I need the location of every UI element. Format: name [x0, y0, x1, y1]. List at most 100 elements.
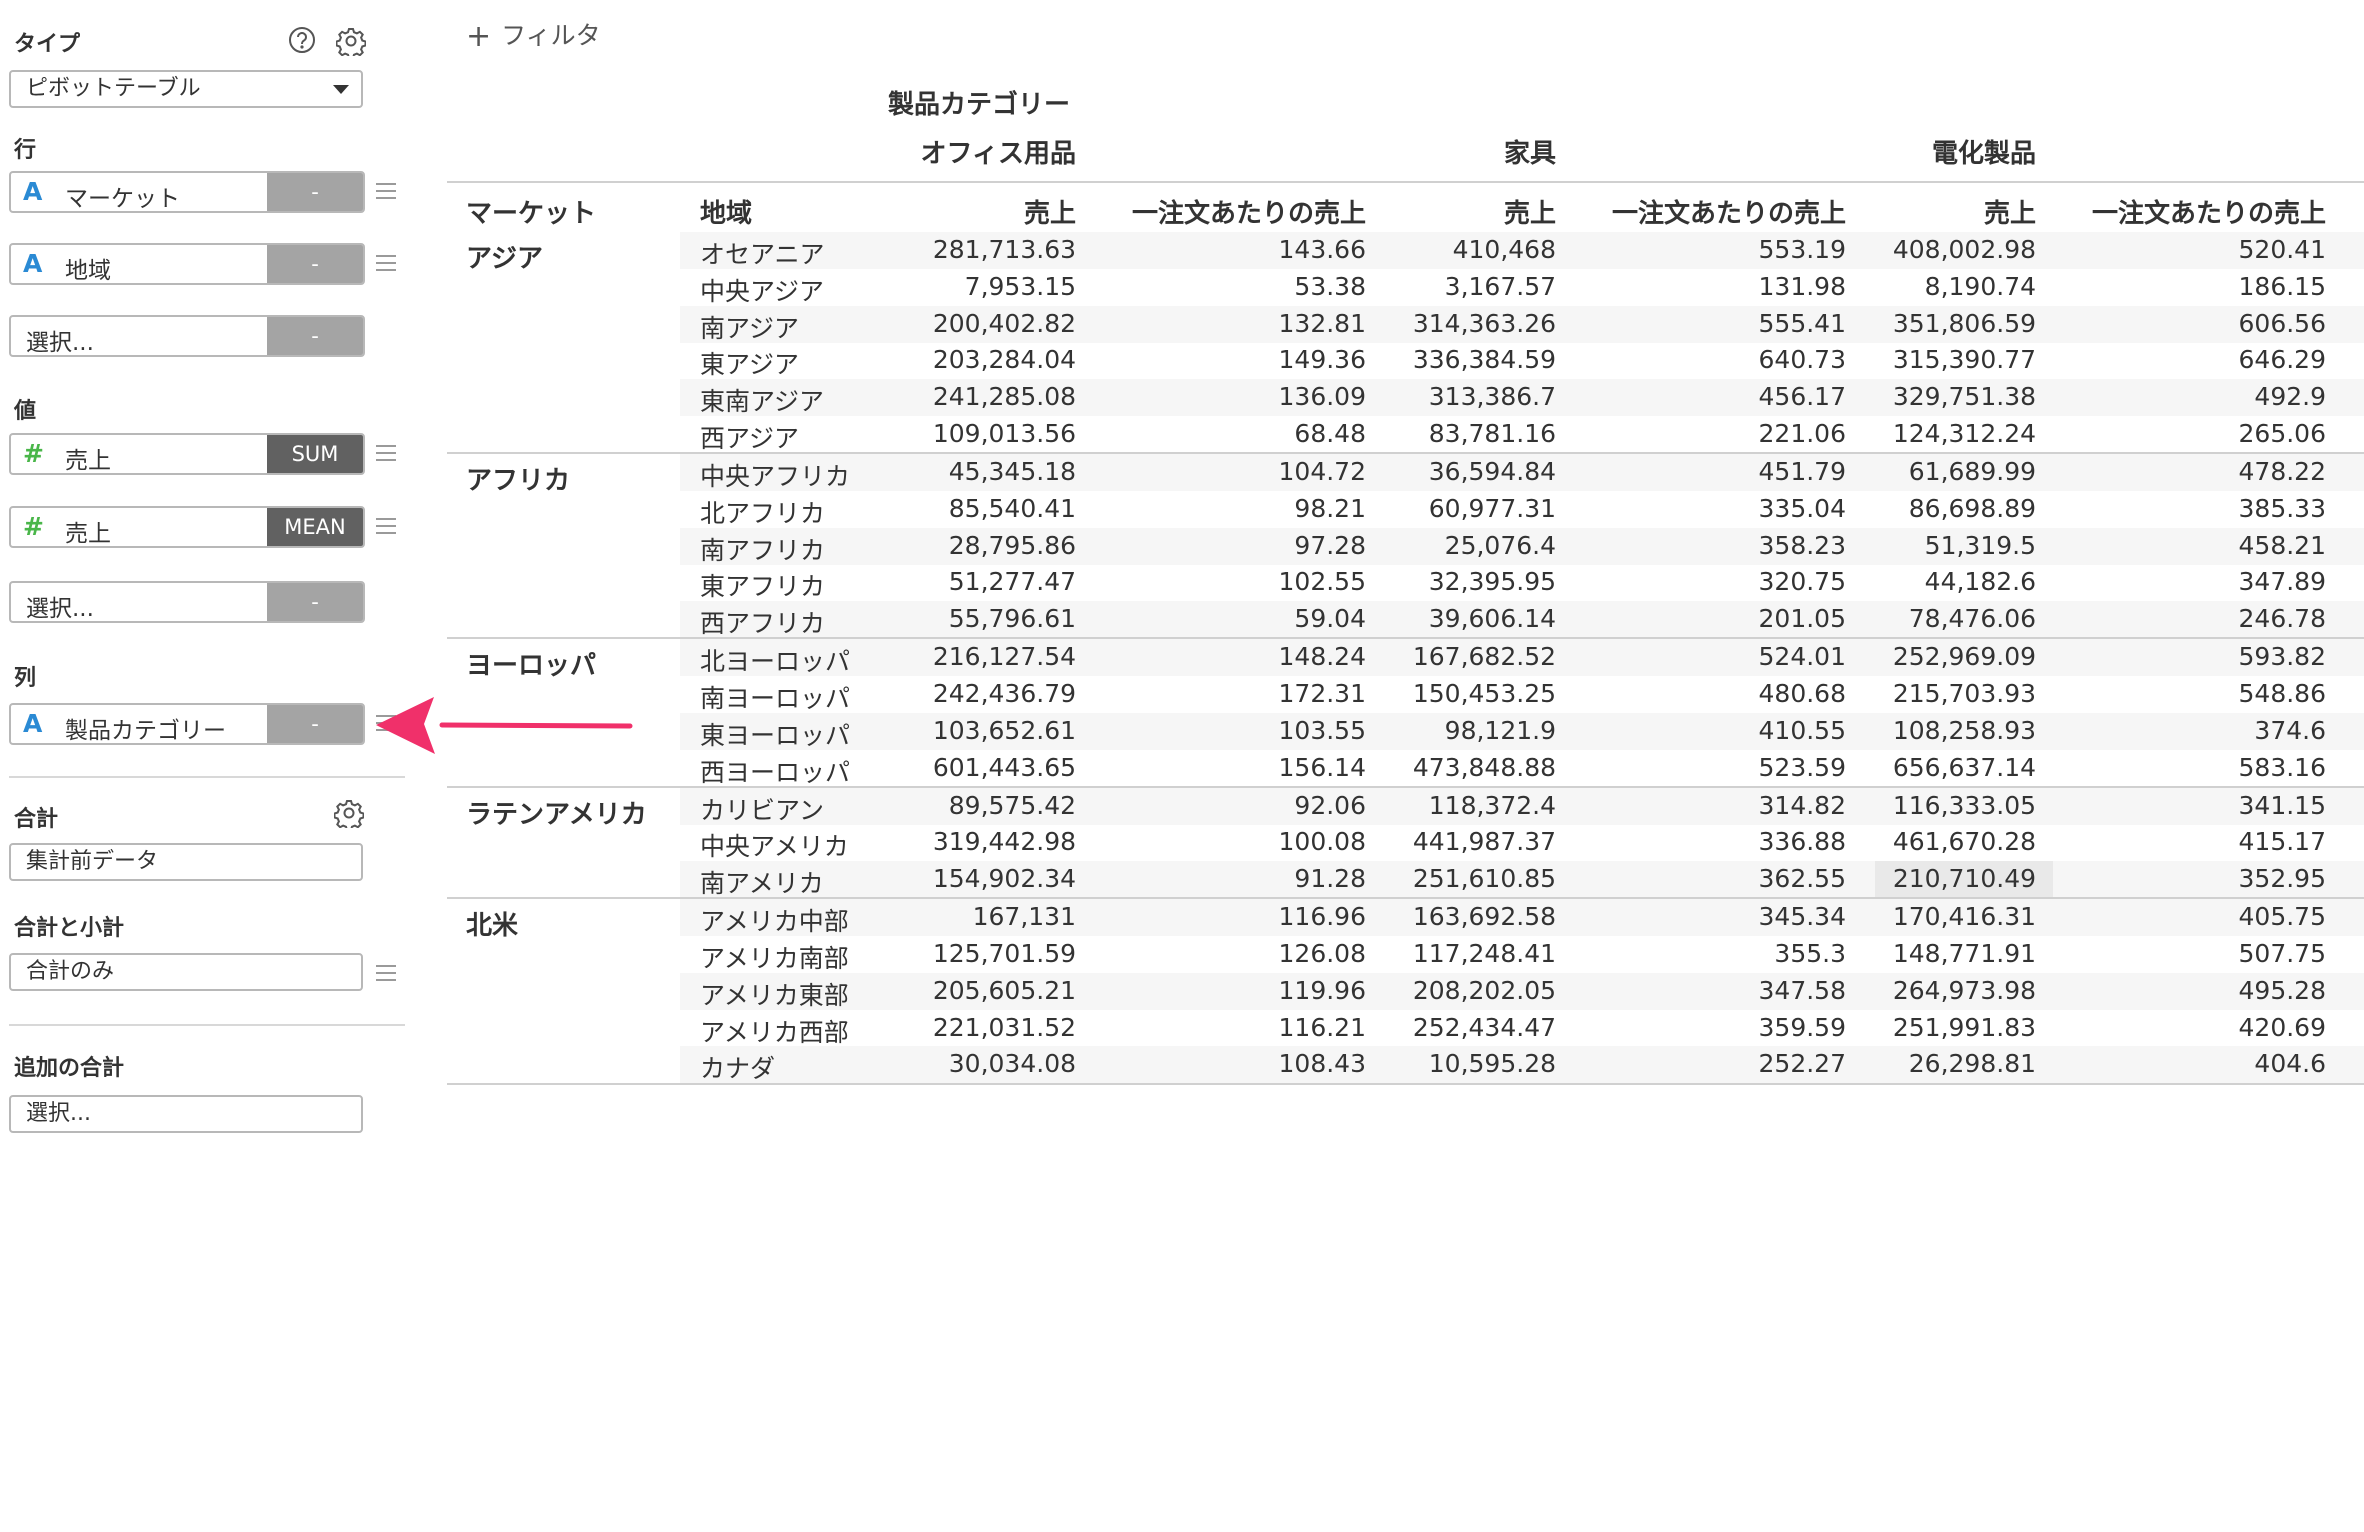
measure-header: 売上 [1503, 199, 1556, 229]
value-cell: 252,434.47 [1412, 1012, 1556, 1042]
gear-icon[interactable] [335, 26, 367, 59]
value-cell: 451.79 [1758, 457, 1846, 486]
aggregation-button[interactable]: SUM [267, 435, 363, 473]
row-header-market: マーケット [466, 199, 597, 229]
value-cell: 314.82 [1758, 790, 1846, 820]
value-cell: 336.88 [1758, 827, 1846, 857]
region-cell: 中央アジア [700, 276, 825, 306]
columns-label: 列 [14, 666, 37, 691]
drag-handle-icon[interactable] [376, 518, 396, 536]
subtotal-select[interactable]: 合計のみ [9, 953, 363, 991]
text-type-icon: A [23, 709, 43, 738]
row-field-region[interactable]: A 地域 - [9, 243, 365, 285]
value-cell: 492.9 [2254, 382, 2326, 412]
total-select[interactable]: 集計前データ [9, 843, 363, 881]
subtotal-label: 合計と小計 [14, 916, 125, 941]
value-cell: 150,453.25 [1412, 679, 1556, 708]
table-row: 北ヨーロッパ 216,127.54 148.24 167,682.52 524.01 25… [680, 639, 2364, 677]
drag-handle-icon[interactable] [376, 183, 396, 201]
value-cell: 252.27 [1758, 1049, 1846, 1079]
field-placeholder: 選択... [26, 596, 94, 622]
aggregation-button[interactable]: - [267, 317, 363, 355]
measure-header: 一注文あたりの売上 [1611, 199, 1846, 229]
value-cell: 221.06 [1758, 419, 1846, 448]
value-cell: 461,670.28 [1892, 827, 2036, 857]
value-cell: 520.41 [2238, 235, 2326, 264]
value-cell: 345.34 [1758, 902, 1846, 932]
category-header: 電化製品 [1931, 139, 2036, 169]
value-field-sales-sum[interactable]: # 売上 SUM [9, 433, 365, 475]
chart-type-select[interactable]: ピボットテーブル [9, 70, 363, 108]
drag-handle-icon[interactable] [376, 255, 396, 273]
value-cell: 215,703.93 [1892, 679, 2036, 708]
aggregation-button[interactable]: - [267, 583, 363, 621]
value-cell: 104.72 [1278, 457, 1366, 486]
divider [9, 1024, 405, 1026]
region-cell: 西ヨーロッパ [700, 757, 851, 787]
value-cell: 359.59 [1758, 1012, 1846, 1042]
value-cell: 385.33 [2238, 493, 2326, 523]
region-cell: 北ヨーロッパ [700, 647, 851, 677]
value-cell: 61,689.99 [1908, 457, 2036, 486]
value-cell: 241,285.08 [932, 382, 1076, 412]
chart-type-value: ピボットテーブル [26, 76, 201, 101]
value-field-select[interactable]: 選択... - [9, 581, 365, 623]
value-cell: 246.78 [2238, 604, 2326, 634]
help-icon[interactable] [287, 25, 317, 55]
aggregation-button[interactable]: - [267, 245, 363, 283]
value-cell: 172.31 [1278, 679, 1366, 708]
value-cell: 593.82 [2238, 642, 2326, 672]
value-cell: 59.04 [1294, 604, 1366, 634]
extra-total-value: 選択... [26, 1101, 91, 1126]
region-cell: 東アジア [700, 350, 800, 380]
number-type-icon: # [23, 512, 44, 541]
value-cell: 362.55 [1758, 864, 1846, 894]
extra-total-select[interactable]: 選択... [9, 1095, 363, 1133]
row-field-select[interactable]: 選択... - [9, 315, 365, 357]
value-cell: 264,973.98 [1892, 975, 2036, 1005]
value-cell: 242,436.79 [932, 679, 1076, 708]
value-cell: 39,606.14 [1428, 604, 1556, 634]
value-cell: 118,372.4 [1428, 790, 1556, 820]
value-cell: 456.17 [1758, 382, 1846, 412]
gear-icon[interactable] [333, 798, 365, 831]
region-cell: カナダ [700, 1054, 776, 1084]
value-cell: 148,771.91 [1892, 939, 2036, 968]
market-cell: 北米 [466, 911, 519, 942]
value-cell: 45,345.18 [948, 457, 1076, 486]
category-header: オフィス用品 [920, 139, 1076, 169]
value-cell: 210,710.49 [1874, 861, 2053, 898]
table-row: 東ヨーロッパ 103,652.61 103.55 98,121.9 410.55 108,… [680, 712, 2364, 750]
drag-handle-icon[interactable] [376, 965, 396, 983]
value-cell: 553.19 [1758, 235, 1846, 264]
aggregation-button[interactable]: - [267, 173, 363, 211]
aggregation-button[interactable]: MEAN [267, 508, 363, 546]
region-cell: オセアニア [700, 240, 825, 269]
region-cell: アメリカ東部 [700, 980, 849, 1010]
table-row: 東南アジア 241,285.08 136.09 313,386.7 456.17 329,… [680, 379, 2364, 417]
table-row: カリビアン 89,575.42 92.06 118,372.4 314.82 116,33… [680, 787, 2364, 825]
region-cell: アメリカ西部 [700, 1017, 849, 1047]
region-cell: 東南アジア [700, 387, 825, 417]
value-cell: 313,386.7 [1428, 382, 1556, 412]
value-cell: 410.55 [1758, 715, 1846, 745]
value-cell: 167,131 [972, 902, 1076, 932]
value-cell: 3,167.57 [1444, 271, 1556, 301]
table-row: アメリカ中部 167,131 116.96 163,692.58 345.34 170,4… [680, 899, 2364, 937]
value-cell: 28,795.86 [948, 530, 1076, 560]
aggregation-button[interactable]: - [267, 705, 363, 743]
table-row: 中央アジア 7,953.15 53.38 3,167.57 131.98 8,190.74… [680, 269, 2364, 306]
value-field-sales-mean[interactable]: # 売上 MEAN [9, 506, 365, 548]
value-cell: 495.28 [2238, 975, 2326, 1005]
row-field-market[interactable]: A マーケット - [9, 171, 365, 213]
add-filter-button[interactable]: + フィルタ [466, 16, 601, 54]
region-cell: 南アジア [700, 313, 800, 343]
region-cell: カリビアン [700, 795, 825, 825]
drag-handle-icon[interactable] [376, 445, 396, 463]
values-label: 値 [14, 399, 37, 424]
table-row: 東アフリカ 51,277.47 102.55 32,395.95 320.75 44,18… [680, 564, 2364, 601]
table-row: 中央アメリカ 319,442.98 100.08 441,987.37 336.88 46… [680, 824, 2364, 861]
column-field-category[interactable]: A 製品カテゴリー - [9, 703, 365, 745]
value-cell: 221,031.52 [932, 1012, 1076, 1042]
region-cell: 東アフリカ [700, 572, 826, 602]
